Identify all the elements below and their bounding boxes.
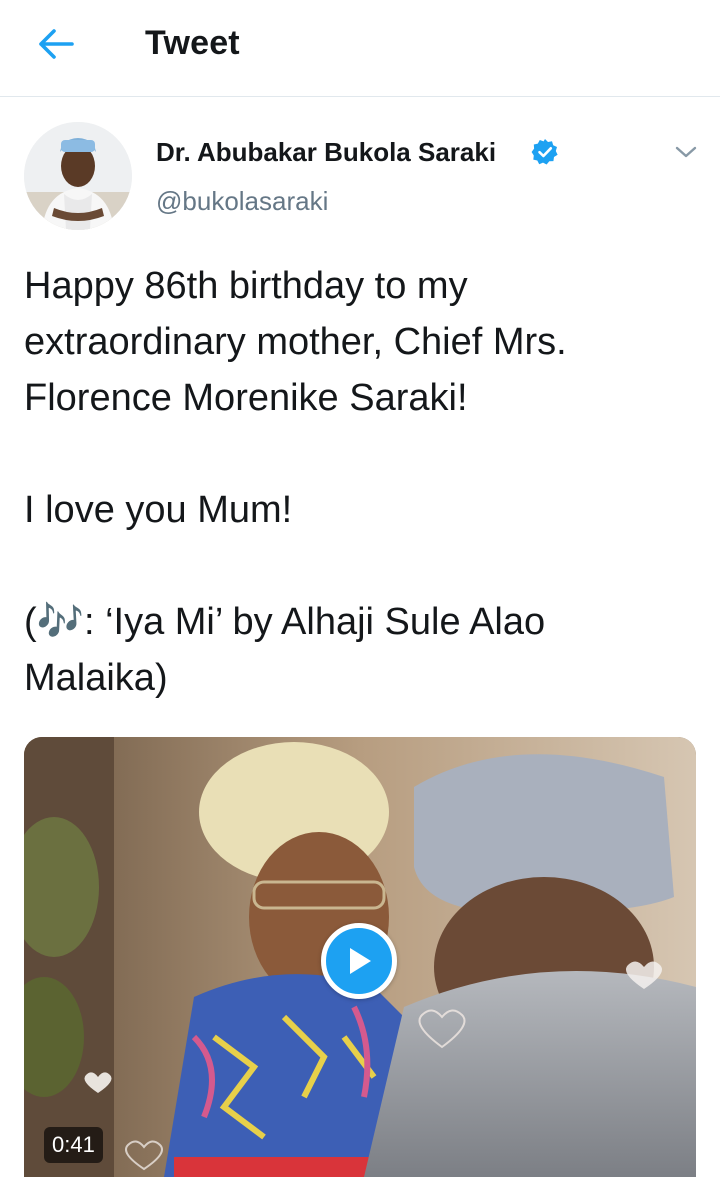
play-icon [350,948,371,974]
tweet-menu-button[interactable] [672,140,700,164]
back-button[interactable] [30,22,82,66]
verified-badge-icon [531,139,558,165]
avatar-image [24,122,132,230]
page-title: Tweet [145,24,240,62]
tweet-text-line: I love you Mum! [24,489,293,531]
video-player[interactable]: 0:41 [24,737,696,1177]
tweet-text-line: (🎶: ‘Iya Mi’ by Alhaji Sule Alao Malaika… [24,601,546,699]
video-duration-badge: 0:41 [44,1127,103,1163]
tweet-text-line: Happy 86th birthday to my extraordinary … [24,265,567,419]
author-handle[interactable]: @bukolasaraki [156,186,328,217]
avatar[interactable] [24,122,132,230]
top-bar: Tweet [0,0,720,97]
play-button[interactable] [321,923,397,999]
author-display-name[interactable]: Dr. Abubakar Bukola Saraki [156,137,496,168]
chevron-down-icon [675,146,697,158]
arrow-left-icon [39,29,74,59]
tweet-text: Happy 86th birthday to my extraordinary … [24,258,694,706]
